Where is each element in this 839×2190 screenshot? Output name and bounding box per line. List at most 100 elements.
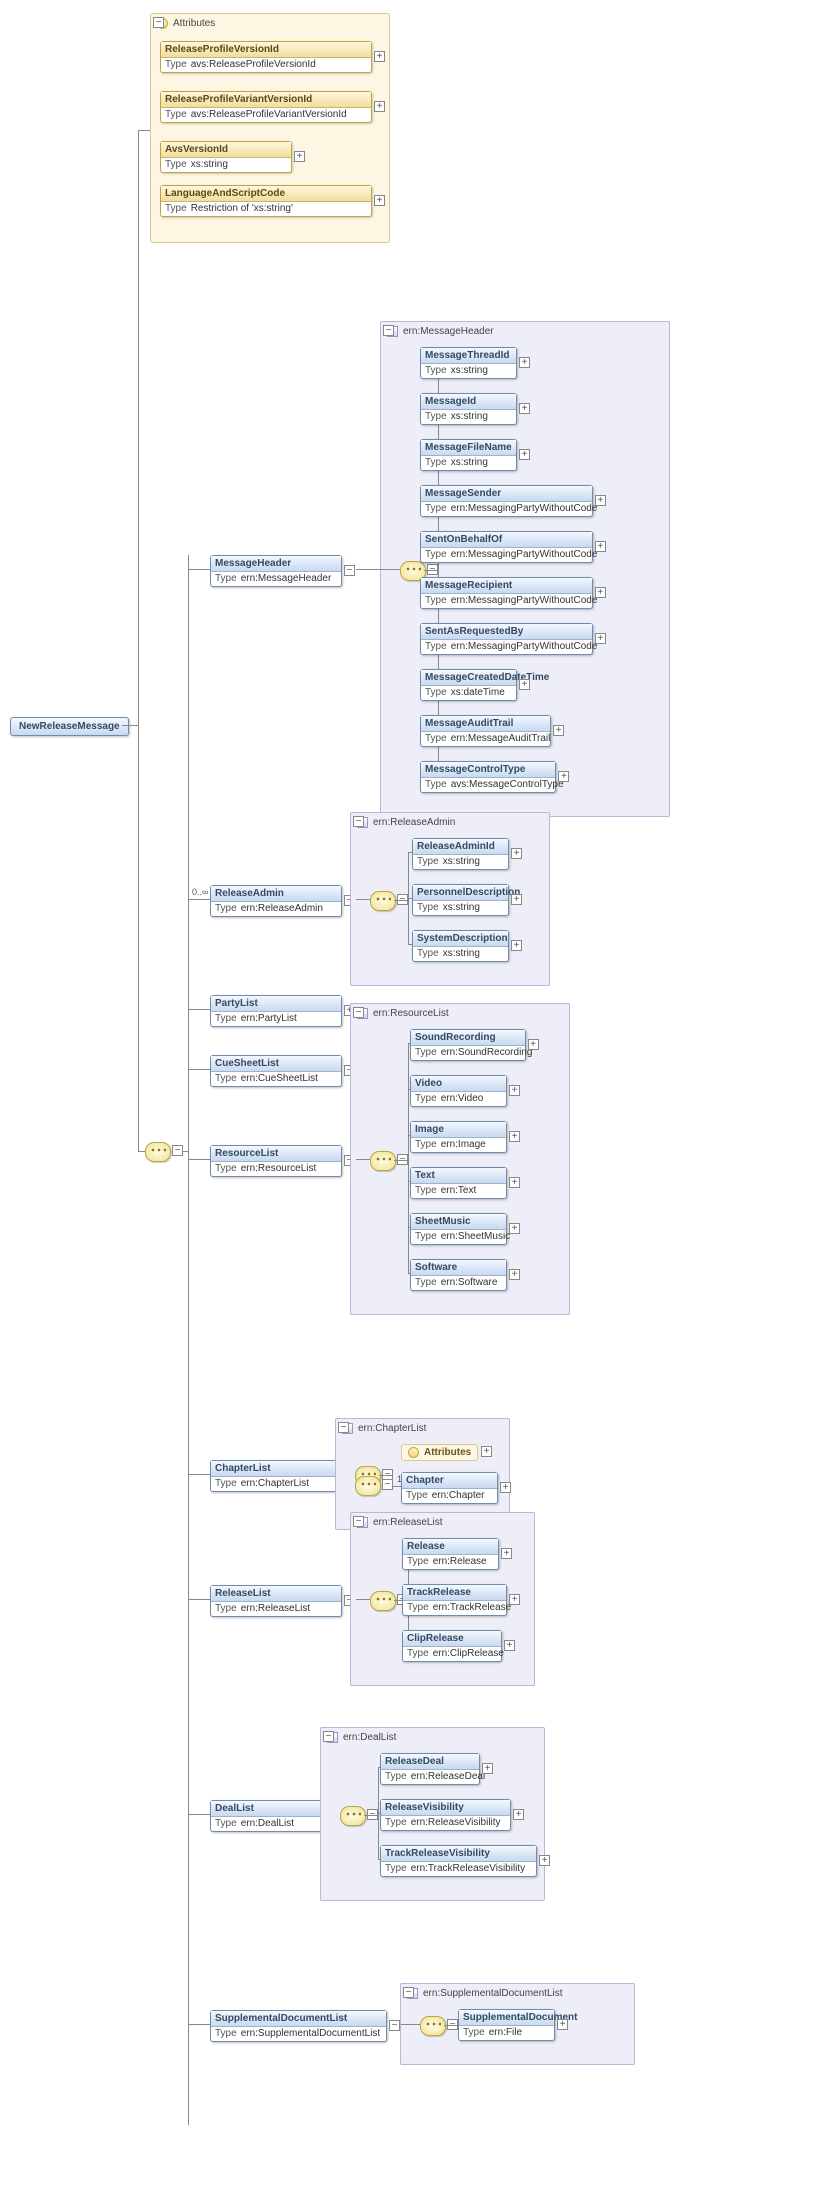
element-name: ClipRelease xyxy=(403,1631,501,1647)
element-type: Typeern:TrackReleaseVisibility xyxy=(381,1862,536,1876)
child-node-rl[interactable]: ResourceListTypeern:ResourceList xyxy=(210,1145,342,1177)
attributes-chip[interactable]: Attributes xyxy=(401,1444,478,1461)
child-node-pl[interactable]: PartyListTypeern:PartyList xyxy=(210,995,342,1027)
expand-icon[interactable] xyxy=(595,587,606,598)
collapse-icon[interactable] xyxy=(383,325,394,336)
expand-icon[interactable] xyxy=(509,1131,520,1142)
element-type: Typeern:Chapter xyxy=(402,1489,497,1503)
expand-icon[interactable] xyxy=(553,725,564,736)
expand-icon[interactable] xyxy=(557,2019,568,2030)
sub-node[interactable]: SoundRecordingTypeern:SoundRecording xyxy=(410,1029,526,1061)
collapse-icon[interactable] xyxy=(323,1731,334,1742)
collapse-icon[interactable] xyxy=(153,17,164,28)
sub-node[interactable]: ReleaseAdminIdTypexs:string xyxy=(412,838,509,870)
collapse-icon[interactable] xyxy=(353,816,364,827)
expand-icon[interactable] xyxy=(528,1039,539,1050)
sequence-compositor-icon[interactable] xyxy=(340,1806,366,1826)
type-group-header: ern:DealList xyxy=(327,1732,396,1743)
type-group-title: ern:ChapterList xyxy=(358,1423,426,1434)
expand-icon[interactable] xyxy=(509,1269,520,1280)
sub-node[interactable]: TextTypeern:Text xyxy=(410,1167,507,1199)
collapse-icon[interactable] xyxy=(353,1516,364,1527)
expand-icon[interactable] xyxy=(374,195,385,206)
sub-node[interactable]: ReleaseTypeern:Release xyxy=(402,1538,499,1570)
collapse-icon[interactable] xyxy=(344,565,355,576)
expand-icon[interactable] xyxy=(509,1223,520,1234)
expand-icon[interactable] xyxy=(595,495,606,506)
element-name: ChapterList xyxy=(211,1461,341,1477)
child-node-rel[interactable]: ReleaseListTypeern:ReleaseList xyxy=(210,1585,342,1617)
expand-icon[interactable] xyxy=(519,403,530,414)
child-node-cs[interactable]: CueSheetListTypeern:CueSheetList xyxy=(210,1055,342,1087)
sub-node[interactable]: MessageControlTypeTypeavs:MessageControl… xyxy=(420,761,556,793)
sub-node[interactable]: ReleaseDealTypeern:ReleaseDeal xyxy=(380,1753,480,1785)
sub-node[interactable]: SupplementalDocumentTypeern:File xyxy=(458,2009,555,2041)
attribute-node[interactable]: LanguageAndScriptCodeTypeRestriction of … xyxy=(160,185,372,217)
sub-node[interactable]: MessageRecipientTypeern:MessagingPartyWi… xyxy=(420,577,593,609)
sub-node[interactable]: MessageSenderTypeern:MessagingPartyWitho… xyxy=(420,485,593,517)
collapse-icon[interactable] xyxy=(403,1987,414,1998)
sub-node[interactable]: MessageThreadIdTypexs:string xyxy=(420,347,517,379)
sequence-compositor-icon[interactable] xyxy=(355,1476,381,1496)
child-node-sd[interactable]: SupplementalDocumentListTypeern:Suppleme… xyxy=(210,2010,387,2042)
sub-node[interactable]: ChapterTypeern:Chapter xyxy=(401,1472,498,1504)
expand-icon[interactable] xyxy=(519,449,530,460)
sub-node[interactable]: ReleaseVisibilityTypeern:ReleaseVisibili… xyxy=(380,1799,511,1831)
collapse-icon[interactable] xyxy=(389,2020,400,2031)
sequence-compositor-icon[interactable] xyxy=(145,1142,171,1162)
sub-node[interactable]: MessageCreatedDateTimeTypexs:dateTime xyxy=(420,669,517,701)
expand-icon[interactable] xyxy=(511,894,522,905)
attribute-node[interactable]: ReleaseProfileVariantVersionIdTypeavs:Re… xyxy=(160,91,372,123)
expand-icon[interactable] xyxy=(539,1855,550,1866)
sub-node[interactable]: VideoTypeern:Video xyxy=(410,1075,507,1107)
expand-icon[interactable] xyxy=(595,541,606,552)
expand-icon[interactable] xyxy=(500,1482,511,1493)
sequence-compositor-icon[interactable] xyxy=(420,2016,446,2036)
expand-icon[interactable] xyxy=(519,357,530,368)
collapse-icon[interactable] xyxy=(338,1422,349,1433)
sequence-compositor-icon[interactable] xyxy=(370,1591,396,1611)
child-node-cl[interactable]: ChapterListTypeern:ChapterList xyxy=(210,1460,342,1492)
attribute-node[interactable]: AvsVersionIdTypexs:string xyxy=(160,141,292,173)
sequence-compositor-icon[interactable] xyxy=(370,891,396,911)
sub-node[interactable]: MessageFileNameTypexs:string xyxy=(420,439,517,471)
expand-icon[interactable] xyxy=(509,1085,520,1096)
child-node-mh[interactable]: MessageHeaderTypeern:MessageHeader xyxy=(210,555,342,587)
child-node-ra[interactable]: ReleaseAdminTypeern:ReleaseAdmin xyxy=(210,885,342,917)
sub-node[interactable]: TrackReleaseTypeern:TrackRelease xyxy=(402,1584,507,1616)
sub-node[interactable]: TrackReleaseVisibilityTypeern:TrackRelea… xyxy=(380,1845,537,1877)
sub-node[interactable]: PersonnelDescriptionTypexs:string xyxy=(412,884,509,916)
sub-node[interactable]: SheetMusicTypeern:SheetMusic xyxy=(410,1213,507,1245)
type-group-header: ern:SupplementalDocumentList xyxy=(407,1988,563,1999)
expand-icon[interactable] xyxy=(374,51,385,62)
attribute-node[interactable]: ReleaseProfileVersionIdTypeavs:ReleasePr… xyxy=(160,41,372,73)
sub-node[interactable]: SentOnBehalfOfTypeern:MessagingPartyWith… xyxy=(420,531,593,563)
sub-node[interactable]: MessageAuditTrailTypeern:MessageAuditTra… xyxy=(420,715,551,747)
sub-node[interactable]: ClipReleaseTypeern:ClipRelease xyxy=(402,1630,502,1662)
expand-icon[interactable] xyxy=(482,1763,493,1774)
collapse-icon[interactable] xyxy=(353,1007,364,1018)
expand-icon[interactable] xyxy=(558,771,569,782)
expand-icon[interactable] xyxy=(513,1809,524,1820)
attribute-name: LanguageAndScriptCode xyxy=(161,186,371,202)
expand-icon[interactable] xyxy=(374,101,385,112)
expand-icon[interactable] xyxy=(595,633,606,644)
sub-node[interactable]: SystemDescriptionTypexs:string xyxy=(412,930,509,962)
expand-icon[interactable] xyxy=(481,1446,492,1457)
expand-icon[interactable] xyxy=(504,1640,515,1651)
expand-icon[interactable] xyxy=(511,940,522,951)
expand-icon[interactable] xyxy=(509,1594,520,1605)
collapse-icon[interactable] xyxy=(382,1479,393,1490)
expand-icon[interactable] xyxy=(501,1548,512,1559)
sub-node[interactable]: MessageIdTypexs:string xyxy=(420,393,517,425)
expand-icon[interactable] xyxy=(519,679,530,690)
expand-icon[interactable] xyxy=(511,848,522,859)
sub-node[interactable]: ImageTypeern:Image xyxy=(410,1121,507,1153)
sequence-compositor-icon[interactable] xyxy=(370,1151,396,1171)
expand-icon[interactable] xyxy=(509,1177,520,1188)
expand-icon[interactable] xyxy=(294,151,305,162)
root-node[interactable]: NewReleaseMessage xyxy=(10,717,129,736)
sub-node[interactable]: SentAsRequestedByTypeern:MessagingPartyW… xyxy=(420,623,593,655)
element-type: Typeern:CueSheetList xyxy=(211,1072,341,1086)
sub-node[interactable]: SoftwareTypeern:Software xyxy=(410,1259,507,1291)
